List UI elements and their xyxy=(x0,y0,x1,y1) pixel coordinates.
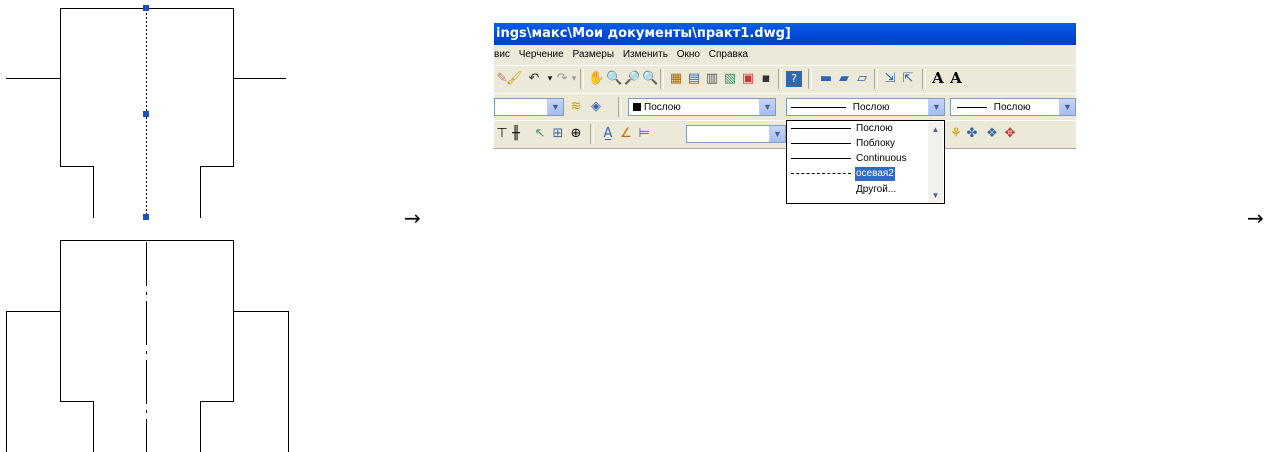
linetype-option-label: осевая2 xyxy=(855,167,895,181)
chevron-down-icon[interactable]: ▼ xyxy=(928,99,944,115)
dim-edit-icon[interactable]: A̲ xyxy=(600,126,616,142)
offset-icon[interactable]: ✤ xyxy=(964,126,980,142)
arrow-right-1: → xyxy=(404,206,421,230)
linetype-sample xyxy=(791,106,846,108)
separator xyxy=(580,69,584,89)
drawing-before xyxy=(6,5,286,220)
color-combo-value: Послою xyxy=(644,102,681,113)
zoom-previous-icon[interactable]: 🔍 xyxy=(642,71,658,87)
dim-baseline-icon[interactable]: ╫ xyxy=(508,126,524,142)
lineweight-combo-value: Послою xyxy=(993,102,1031,113)
layer-previous-icon[interactable]: ▱ xyxy=(854,71,870,87)
linetype-sample xyxy=(791,142,851,144)
linetype-combo-value: Послою xyxy=(852,102,890,113)
dim-update-icon[interactable]: ⊨ xyxy=(636,126,652,142)
move-icon[interactable]: ✥ xyxy=(1002,126,1018,142)
sheet-set-icon[interactable]: ▧ xyxy=(722,71,738,87)
layer-icon[interactable]: ▬ xyxy=(818,71,834,87)
properties-toolbar: ▼ ≋ ◈ Послою ▼ Послою ▼ Послою ▼ xyxy=(494,93,1076,121)
zoom-window-icon[interactable]: 🔎 xyxy=(624,71,640,87)
dropdown-scrollbar[interactable]: ▲ ▼ xyxy=(928,122,943,203)
center-mark-icon[interactable]: ⊕ xyxy=(568,126,584,142)
drawing-after xyxy=(6,240,289,452)
multiline-text-style-icon[interactable]: A xyxy=(948,70,964,86)
properties-icon[interactable]: ▦ xyxy=(668,71,684,87)
linetype-sample xyxy=(791,157,851,159)
grip-mid[interactable] xyxy=(143,111,149,117)
menu-item[interactable]: Размеры xyxy=(572,49,614,60)
separator xyxy=(778,69,782,89)
pan-icon[interactable]: ✋ xyxy=(588,71,604,87)
mirror-icon[interactable]: ⚘ xyxy=(948,126,964,142)
tolerance-icon[interactable]: ⊞ xyxy=(550,126,566,142)
linetype-sample xyxy=(791,127,851,129)
linetype-option-continuous[interactable]: Continuous xyxy=(789,152,927,166)
menu-item[interactable]: Изменить xyxy=(623,49,668,60)
separator xyxy=(660,69,664,89)
dimension-toolbar: ⊤ ╫ ↖ ⊞ ⊕ A̲ ∠ ⊨ ▼ ⚘ ✤ ❖ ✥ xyxy=(494,120,1076,149)
layer-previous-icon[interactable]: ◈ xyxy=(588,99,604,115)
linetype-option-other[interactable]: Другой... xyxy=(789,183,927,197)
dimension-style-icon[interactable]: ⇲ xyxy=(882,71,898,87)
chevron-down-icon[interactable]: ▼ xyxy=(759,99,775,115)
dim-text-edit-icon[interactable]: ∠ xyxy=(618,126,634,142)
color-swatch xyxy=(633,103,641,112)
linetype-option-label: Поблоку xyxy=(856,138,896,149)
zoom-realtime-icon[interactable]: 🔍 xyxy=(606,71,622,87)
array-icon[interactable]: ❖ xyxy=(984,126,1000,142)
separator xyxy=(590,124,594,144)
separator xyxy=(922,69,926,89)
quick-leader-icon[interactable]: ↖ xyxy=(532,126,548,142)
layer-states-icon[interactable]: ▰ xyxy=(836,71,852,87)
menu-item[interactable]: Черчение xyxy=(519,49,564,60)
lineweight-sample xyxy=(957,106,987,108)
table-style-icon[interactable]: ⇱ xyxy=(900,71,916,87)
markup-icon[interactable]: ▣ xyxy=(740,71,756,87)
menu-item[interactable]: Справка xyxy=(709,49,748,60)
linetype-option-bylayer[interactable]: Послою xyxy=(789,122,927,136)
linetype-dropdown[interactable]: Послою Поблоку Continuous осевая2 Другой… xyxy=(786,120,945,204)
linetype-option-label: Другой... xyxy=(856,184,897,195)
text-style-icon[interactable]: A xyxy=(930,70,946,86)
standard-toolbar: ✎ 🖌 ↶ ▾ ↷ ▾ ✋ 🔍 🔎 🔍 ▦ ▤ ▥ ▧ ▣ ▪ ? ▬ ▰ ▱ … xyxy=(494,65,1076,94)
chevron-down-icon[interactable]: ▼ xyxy=(769,126,785,142)
help-icon[interactable]: ? xyxy=(786,71,802,87)
chevron-down-icon[interactable]: ▼ xyxy=(547,99,563,115)
cad-window: ings\макс\Мои документы\практ1.dwg] вис … xyxy=(494,23,1076,209)
match-properties-icon[interactable]: 🖌 xyxy=(506,71,523,87)
linetype-option-axis2[interactable]: осевая2 xyxy=(789,167,927,181)
window-title: ings\макс\Мои документы\практ1.dwg] xyxy=(494,23,1076,45)
undo-icon[interactable]: ↶ xyxy=(526,71,542,87)
grip-bottom[interactable] xyxy=(143,214,149,220)
linetype-option-label: Послою xyxy=(856,123,893,134)
dimstyle-combo[interactable]: ▼ xyxy=(686,125,786,143)
make-current-layer-icon[interactable]: ≋ xyxy=(568,99,584,115)
color-combo[interactable]: Послою ▼ xyxy=(628,98,776,116)
layer-combo[interactable]: ▼ xyxy=(494,98,564,116)
menu-bar: вис Черчение Размеры Изменить Окно Справ… xyxy=(494,45,1076,65)
chevron-down-icon[interactable]: ▼ xyxy=(1059,99,1075,115)
calculator-icon[interactable]: ▪ xyxy=(758,71,774,87)
menu-item[interactable]: Окно xyxy=(677,49,700,60)
design-center-icon[interactable]: ▤ xyxy=(686,71,702,87)
menu-item[interactable]: вис xyxy=(494,49,510,60)
arrow-right-2: → xyxy=(1247,206,1264,230)
grip-top[interactable] xyxy=(143,5,149,11)
separator xyxy=(808,69,812,89)
scroll-down-icon[interactable]: ▼ xyxy=(928,188,943,203)
separator xyxy=(874,69,878,89)
linetype-combo[interactable]: Послою ▼ xyxy=(786,98,945,116)
separator xyxy=(618,97,622,117)
linetype-option-label: Continuous xyxy=(856,153,907,164)
tool-palettes-icon[interactable]: ▥ xyxy=(704,71,720,87)
scroll-up-icon[interactable]: ▲ xyxy=(928,122,943,137)
linetype-option-byblock[interactable]: Поблоку xyxy=(789,137,927,151)
lineweight-combo[interactable]: Послою ▼ xyxy=(950,98,1076,116)
linetype-sample xyxy=(791,172,851,174)
